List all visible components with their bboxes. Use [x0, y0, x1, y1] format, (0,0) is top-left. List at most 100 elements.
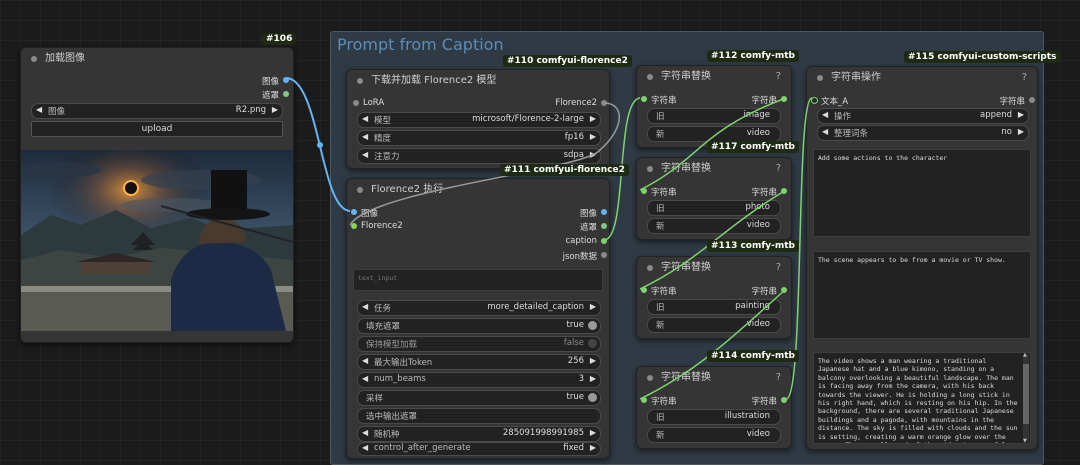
fill-mask-toggle[interactable]: 填充遮罩 true [357, 318, 601, 334]
arrow-left-icon[interactable]: ◀ [822, 110, 828, 119]
arrow-right-icon[interactable]: ▶ [1018, 127, 1024, 136]
node-string-replace-117[interactable]: 字符串替换 ? 字符串 字符串 旧 photo 新 video [636, 157, 792, 240]
text-b-field[interactable]: Add some actions to the character [813, 149, 1031, 237]
pin-dot-icon[interactable] [283, 91, 289, 97]
upload-button[interactable]: upload [31, 121, 283, 137]
input-slot-image[interactable]: 图像 [351, 207, 378, 219]
arrow-right-icon[interactable]: ▶ [590, 374, 596, 383]
node-header[interactable]: 字符串替换 ? [637, 367, 791, 389]
scroll-up-icon[interactable]: ▲ [1023, 352, 1027, 358]
attention-select-widget[interactable]: ◀ 注意力 sdpa ▶ [357, 148, 601, 164]
collapse-dot-icon[interactable] [357, 78, 363, 84]
pin-dot-icon[interactable] [781, 188, 787, 194]
arrow-right-icon[interactable]: ▶ [590, 443, 596, 452]
text-input-field[interactable]: text_input [353, 269, 603, 291]
node-string-operation[interactable]: 字符串操作 ? 文本_A 字符串 ◀ 操作 append ▶ ◀ 整理词条 no… [806, 66, 1038, 450]
node-florence2-run[interactable]: Florence2 执行 图像 Florence2 图像 遮罩 caption … [346, 178, 610, 459]
output-slot-string[interactable]: 字符串 [999, 95, 1035, 107]
help-icon[interactable]: ? [776, 158, 781, 180]
collapse-dot-icon[interactable] [31, 56, 37, 62]
arrow-right-icon[interactable]: ▶ [1018, 110, 1024, 119]
pin-dot-icon[interactable] [351, 209, 357, 215]
new-string-widget[interactable]: 新 video [647, 126, 781, 142]
arrow-left-icon[interactable]: ◀ [362, 443, 368, 452]
operation-select-widget[interactable]: ◀ 操作 append ▶ [817, 108, 1029, 124]
new-string-widget[interactable]: 新 video [647, 317, 781, 333]
output-slot-florence2[interactable]: Florence2 [555, 98, 607, 108]
num-beams-number-widget[interactable]: ◀ num_beams 3 ▶ [357, 372, 601, 388]
arrow-right-icon[interactable]: ▶ [272, 105, 278, 114]
arrow-left-icon[interactable]: ◀ [362, 150, 368, 159]
toggle-on-icon[interactable] [588, 393, 597, 402]
control-after-generate-widget[interactable]: ◀ control_after_generate fixed ▶ [357, 442, 601, 456]
scroll-down-icon[interactable]: ▼ [1023, 438, 1027, 444]
arrow-left-icon[interactable]: ◀ [362, 302, 368, 311]
scroll-thumb[interactable] [1023, 364, 1029, 424]
arrow-right-icon[interactable]: ▶ [590, 114, 596, 123]
output-slot-image[interactable]: 图像 [262, 75, 289, 87]
text-c-field[interactable]: The scene appears to be from a movie or … [813, 251, 1031, 339]
pin-dot-icon[interactable] [601, 238, 607, 244]
arrow-left-icon[interactable]: ◀ [36, 105, 42, 114]
image-select-widget[interactable]: ◀ 图像 R2.png ▶ [31, 103, 283, 119]
node-string-replace-114[interactable]: 字符串替换 ? 字符串 字符串 旧 illustration 新 video [636, 366, 792, 449]
arrow-left-icon[interactable]: ◀ [822, 127, 828, 136]
node-header[interactable]: 加载图像 [21, 48, 293, 70]
output-slot-mask[interactable]: 遮罩 [262, 89, 289, 101]
pin-dot-icon[interactable] [781, 287, 787, 293]
model-select-widget[interactable]: ◀ 模型 microsoft/Florence-2-large ▶ [357, 112, 601, 128]
help-icon[interactable]: ? [1022, 67, 1027, 89]
task-select-widget[interactable]: ◀ 任务 more_detailed_caption ▶ [357, 300, 601, 316]
collapse-dot-icon[interactable] [817, 75, 823, 81]
pin-dot-icon[interactable] [283, 77, 289, 83]
output-slot-string[interactable]: 字符串 [751, 285, 787, 297]
input-slot-string[interactable]: 字符串 [641, 186, 677, 198]
pin-dot-icon[interactable] [601, 209, 607, 215]
wire-midpoint-icon[interactable] [317, 142, 323, 148]
keep-model-toggle[interactable]: 保持模型加载 false [357, 336, 601, 352]
node-header[interactable]: 字符串操作 ? [807, 67, 1037, 89]
node-header[interactable]: Florence2 执行 [347, 179, 609, 201]
old-string-widget[interactable]: 旧 photo [647, 200, 781, 216]
input-slot-string[interactable]: 字符串 [641, 395, 677, 407]
trim-select-widget[interactable]: ◀ 整理词条 no ▶ [817, 125, 1029, 141]
new-string-widget[interactable]: 新 video [647, 427, 781, 443]
help-icon[interactable]: ? [776, 66, 781, 88]
arrow-left-icon[interactable]: ◀ [362, 374, 368, 383]
input-slot-text-a[interactable]: 文本_A [811, 95, 848, 107]
pin-dot-icon[interactable] [351, 223, 357, 229]
pin-dot-icon[interactable] [601, 252, 607, 258]
scrollbar[interactable]: ▲ ▼ [1023, 352, 1029, 444]
seed-number-widget[interactable]: ◀ 随机种 285091998991985 ▶ [357, 426, 601, 442]
arrow-left-icon[interactable]: ◀ [362, 428, 368, 437]
pin-dot-icon[interactable] [641, 96, 647, 102]
pin-dot-icon[interactable] [641, 287, 647, 293]
collapse-dot-icon[interactable] [647, 265, 653, 271]
new-string-widget[interactable]: 新 video [647, 218, 781, 234]
pin-dot-icon[interactable] [353, 100, 359, 106]
node-header[interactable]: 字符串替换 ? [637, 257, 791, 279]
old-string-widget[interactable]: 旧 painting [647, 299, 781, 315]
node-header[interactable]: 下载并加载 Florence2 模型 [347, 70, 609, 92]
pin-dot-icon[interactable] [641, 188, 647, 194]
pin-ring-icon[interactable] [811, 97, 818, 104]
output-slot-mask[interactable]: 遮罩 [580, 221, 607, 233]
input-slot-string[interactable]: 字符串 [641, 285, 677, 297]
collapse-dot-icon[interactable] [357, 187, 363, 193]
collapse-dot-icon[interactable] [647, 74, 653, 80]
arrow-right-icon[interactable]: ▶ [590, 150, 596, 159]
arrow-right-icon[interactable]: ▶ [590, 132, 596, 141]
output-slot-string[interactable]: 字符串 [751, 94, 787, 106]
output-slot-json[interactable]: json数据 [563, 250, 607, 262]
node-header[interactable]: 字符串替换 ? [637, 66, 791, 88]
pin-dot-icon[interactable] [781, 96, 787, 102]
arrow-right-icon[interactable]: ▶ [590, 428, 596, 437]
collapse-dot-icon[interactable] [647, 375, 653, 381]
node-string-replace-113[interactable]: 字符串替换 ? 字符串 字符串 旧 painting 新 video [636, 256, 792, 339]
output-text-area[interactable]: The video shows a man wearing a traditio… [813, 352, 1031, 444]
output-slot-caption[interactable]: caption [565, 236, 607, 246]
arrow-right-icon[interactable]: ▶ [590, 356, 596, 365]
help-icon[interactable]: ? [776, 257, 781, 279]
pin-dot-icon[interactable] [781, 397, 787, 403]
old-string-widget[interactable]: 旧 illustration [647, 409, 781, 425]
